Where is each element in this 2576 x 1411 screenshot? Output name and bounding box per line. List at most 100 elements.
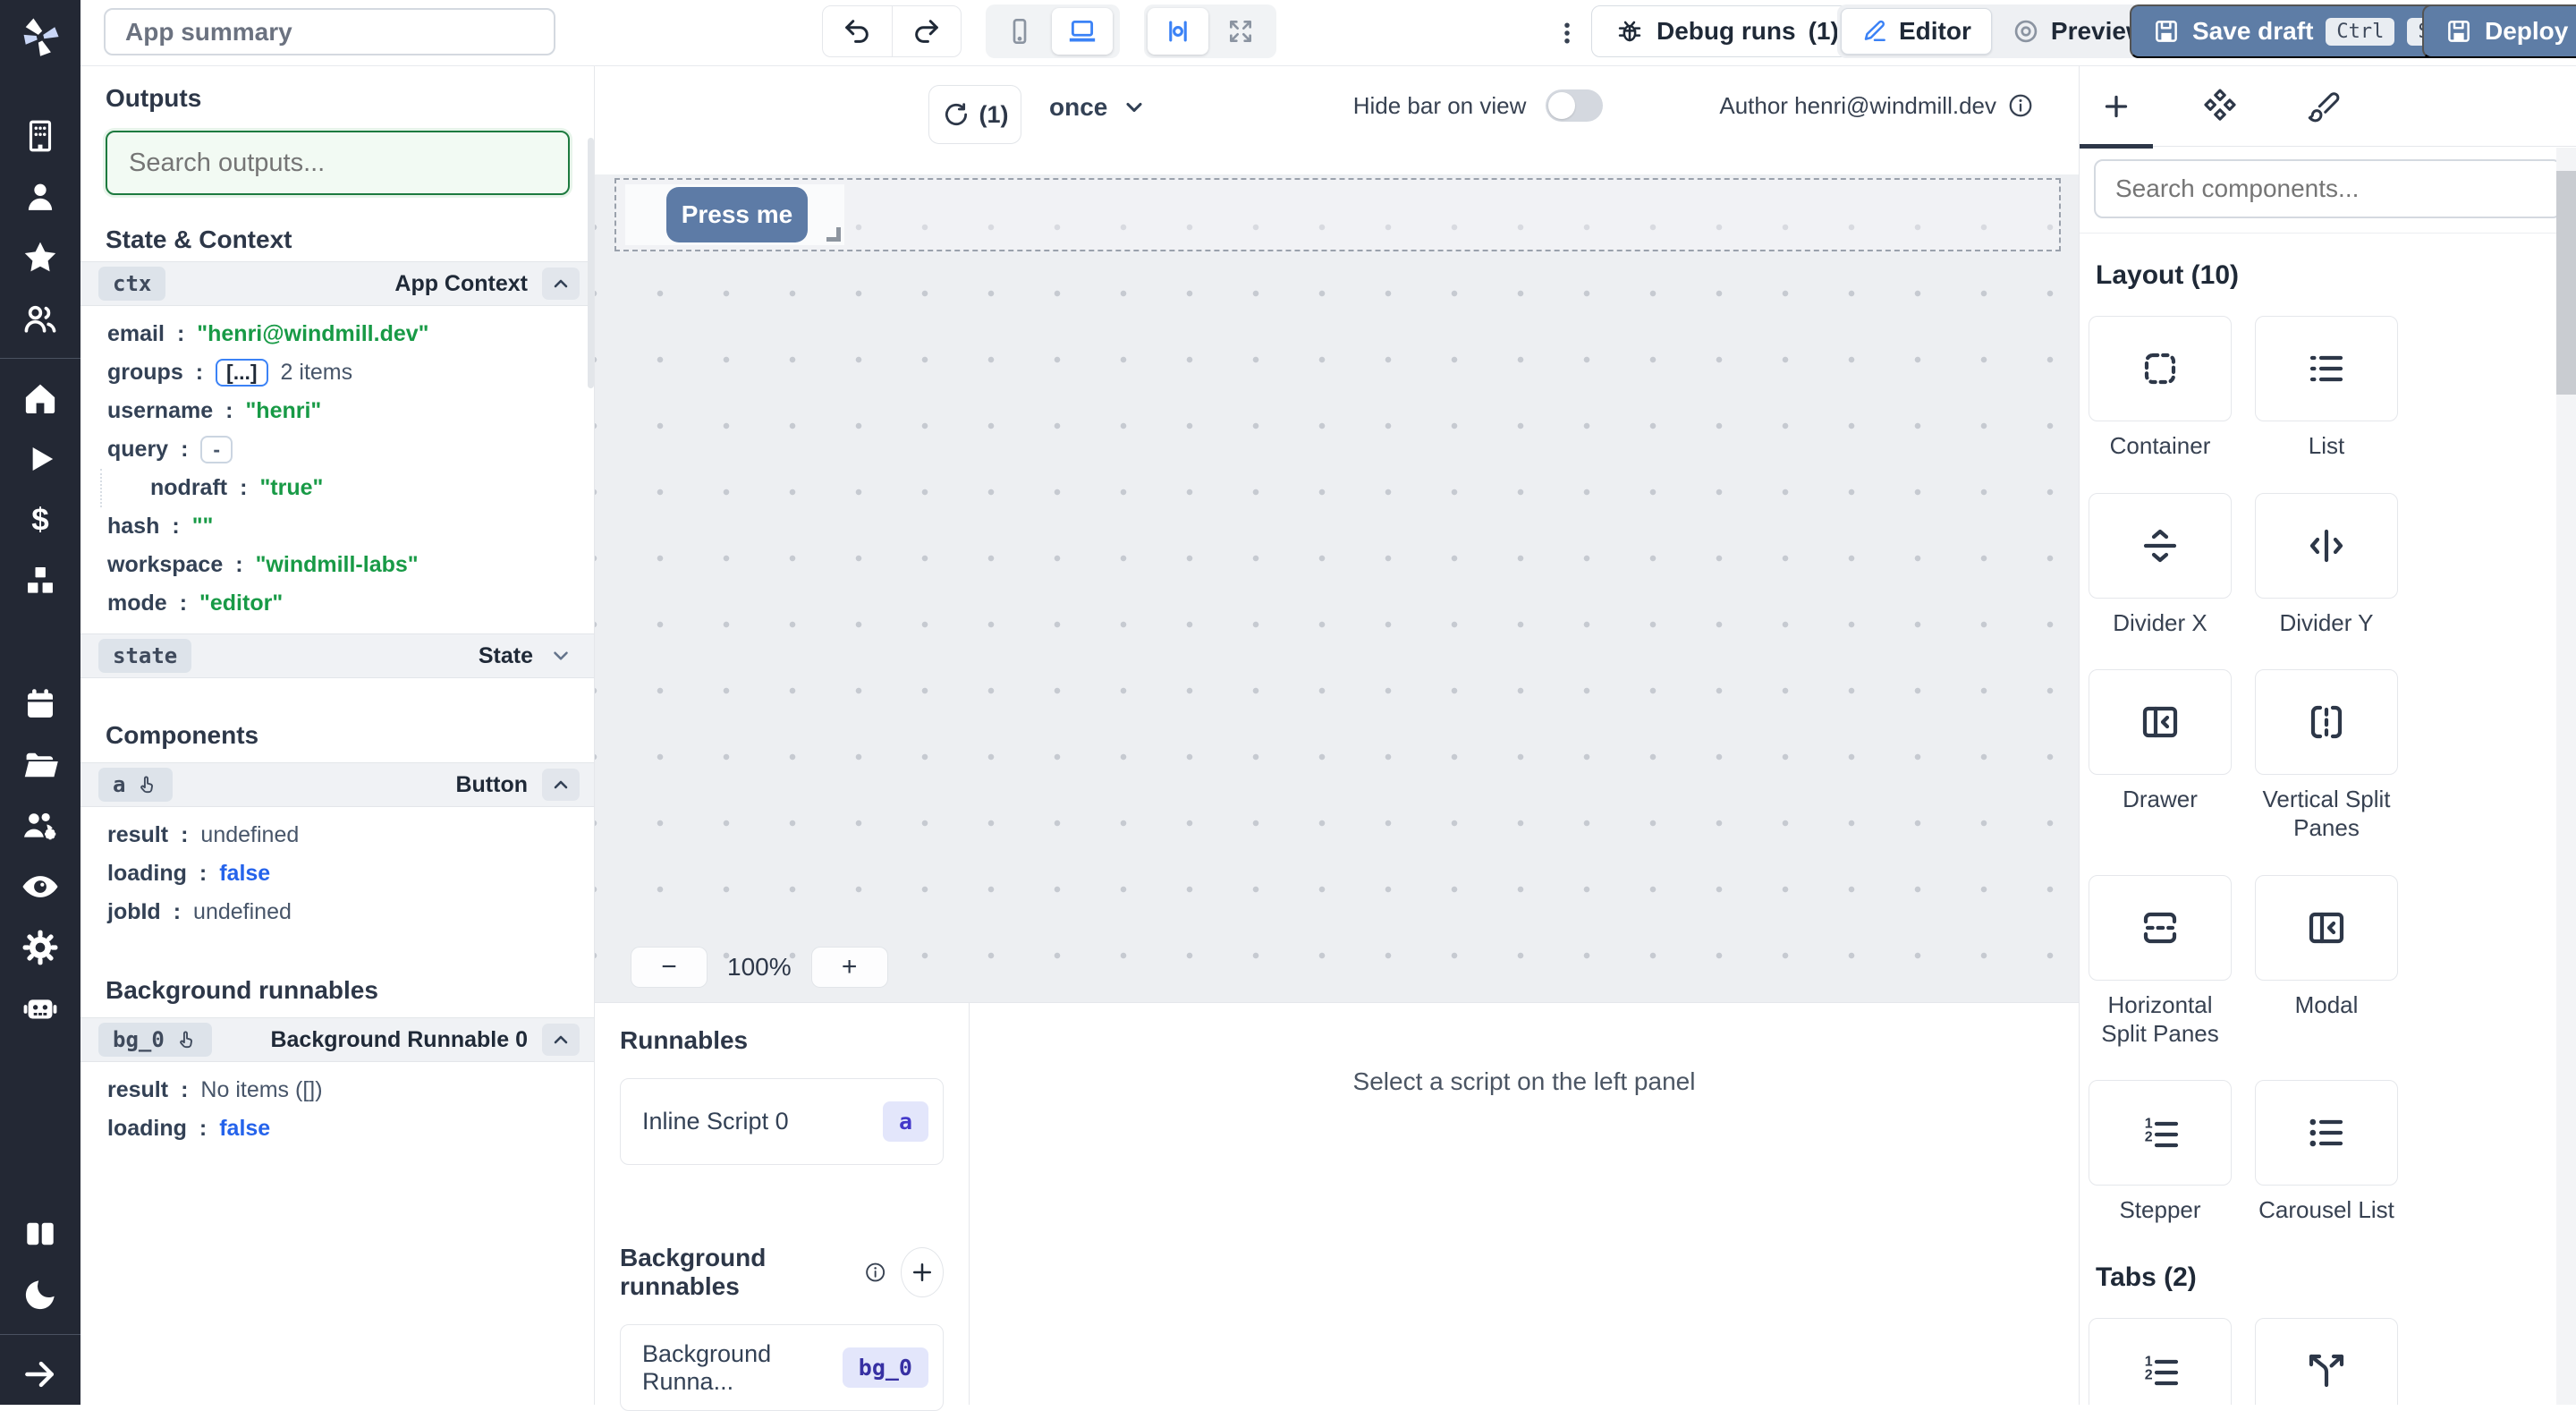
chevron-up-icon bbox=[550, 273, 572, 294]
press-me-button[interactable]: Press me bbox=[666, 187, 808, 242]
app-summary-input[interactable] bbox=[104, 8, 555, 55]
pointer-hand-icon bbox=[175, 1029, 198, 1051]
sidebar-item-ai[interactable] bbox=[0, 978, 80, 1039]
component-card-tabs[interactable]: 12 bbox=[2089, 1318, 2232, 1405]
component-card-modal[interactable]: Modal bbox=[2255, 875, 2398, 1048]
bg0-collapse-button[interactable] bbox=[542, 1024, 580, 1056]
add-background-runnable-button[interactable] bbox=[901, 1247, 944, 1297]
component-card-container[interactable]: Container bbox=[2089, 316, 2232, 461]
component-card-conditional-tabs[interactable] bbox=[2255, 1318, 2398, 1405]
refresh-button[interactable]: (1) bbox=[928, 85, 1021, 144]
sidebar-item-variables[interactable]: $ bbox=[0, 489, 80, 550]
bg-runnable-badge: bg_0 bbox=[843, 1347, 928, 1388]
sidebar-item-darkmode[interactable] bbox=[0, 1264, 80, 1325]
modal-icon bbox=[2305, 906, 2348, 949]
component-card-divider-y[interactable]: Divider Y bbox=[2255, 493, 2398, 638]
layout-components-grid: Container List Divider X Divider Y Drawe… bbox=[2089, 316, 2576, 1225]
ctx-collapse-button[interactable] bbox=[542, 268, 580, 300]
component-card-vertical-split[interactable]: Vertical Split Panes bbox=[2255, 669, 2398, 842]
play-icon bbox=[22, 441, 58, 477]
split-arrows-icon bbox=[2305, 1349, 2348, 1392]
ctx-row-username: username: "henri" bbox=[80, 392, 594, 430]
debug-runs-button[interactable]: Debug runs (1) bbox=[1591, 5, 1863, 57]
zoom-out-button[interactable]: − bbox=[631, 947, 708, 988]
component-card-drawer[interactable]: Drawer bbox=[2089, 669, 2232, 842]
sidebar-item-workspace[interactable] bbox=[0, 106, 80, 166]
component-a-header[interactable]: a Button bbox=[80, 762, 594, 807]
query-expand-badge[interactable]: - bbox=[200, 436, 233, 463]
bg0-header[interactable]: bg_0 Background Runnable 0 bbox=[80, 1017, 594, 1062]
components-scrollbar-thumb[interactable] bbox=[2556, 171, 2576, 395]
app-canvas[interactable]: Press me − 100% + bbox=[595, 174, 2079, 1002]
svg-text:2: 2 bbox=[2145, 1130, 2153, 1145]
sidebar-item-schedules[interactable] bbox=[0, 674, 80, 735]
resize-handle[interactable] bbox=[826, 227, 841, 242]
author-info: Author henri@windmill.dev bbox=[1719, 92, 2034, 120]
sidebar-item-home[interactable] bbox=[0, 368, 80, 429]
outputs-scrollbar-thumb[interactable] bbox=[588, 138, 594, 388]
groups-expand-badge[interactable]: [...] bbox=[216, 359, 268, 387]
schedule-select[interactable]: once bbox=[1049, 93, 1147, 122]
a-row-jobid: jobId: undefined bbox=[80, 893, 594, 931]
center-content-button[interactable] bbox=[1148, 8, 1208, 55]
inline-script-label: Inline Script 0 bbox=[642, 1108, 789, 1135]
mobile-view-button[interactable] bbox=[989, 8, 1050, 55]
sidebar-item-folders[interactable] bbox=[0, 735, 80, 795]
smartphone-icon bbox=[1005, 17, 1034, 46]
component-card-carousel-list[interactable]: Carousel List bbox=[2255, 1080, 2398, 1225]
sidebar-item-settings[interactable] bbox=[0, 917, 80, 978]
schedule-value: once bbox=[1049, 93, 1107, 122]
undo-icon bbox=[842, 16, 872, 47]
tab-editor[interactable]: Editor bbox=[1841, 8, 1992, 55]
info-icon[interactable] bbox=[864, 1259, 886, 1286]
ctx-row-hash: hash: "" bbox=[80, 507, 594, 546]
plus-icon bbox=[909, 1259, 936, 1286]
sidebar-item-favorites[interactable] bbox=[0, 227, 80, 288]
save-draft-button[interactable]: Save draft Ctrl S bbox=[2130, 4, 2464, 58]
components-scrollbar[interactable] bbox=[2556, 148, 2576, 1405]
fullscreen-button[interactable] bbox=[1210, 8, 1271, 55]
desktop-view-button[interactable] bbox=[1052, 8, 1113, 55]
undo-button[interactable] bbox=[823, 6, 892, 56]
sidebar-item-runs[interactable] bbox=[0, 429, 80, 489]
inline-script-item[interactable]: Inline Script 0 a bbox=[620, 1078, 944, 1165]
more-menu-button[interactable] bbox=[1547, 13, 1587, 54]
zoom-in-button[interactable]: + bbox=[811, 947, 888, 988]
component-card-horizontal-split[interactable]: Horizontal Split Panes bbox=[2089, 875, 2232, 1048]
robot-icon bbox=[20, 988, 61, 1029]
button-component-cell[interactable]: Press me bbox=[625, 184, 844, 245]
tab-theme[interactable] bbox=[2287, 66, 2360, 147]
state-section-header[interactable]: state State bbox=[80, 633, 594, 678]
component-card-stepper[interactable]: 12 Stepper bbox=[2089, 1080, 2232, 1225]
component-a-collapse-button[interactable] bbox=[542, 769, 580, 801]
sidebar-item-groups[interactable] bbox=[0, 288, 80, 349]
sidebar-item-audit[interactable] bbox=[0, 856, 80, 917]
state-expand-button[interactable] bbox=[542, 644, 580, 667]
ctx-row-nodraft: nodraft: "true" bbox=[100, 469, 594, 507]
search-components-input[interactable] bbox=[2094, 159, 2562, 218]
bg-runnable-item[interactable]: Background Runna... bg_0 bbox=[620, 1324, 944, 1411]
canvas-grid-row[interactable]: Press me bbox=[614, 178, 2061, 251]
sidebar-item-docs[interactable] bbox=[0, 1203, 80, 1264]
dollar-icon: $ bbox=[21, 501, 59, 539]
tabs-icon: 12 bbox=[2139, 1349, 2182, 1392]
ctx-section-header[interactable]: ctx App Context bbox=[80, 261, 594, 306]
editor-center: (1) once Hide bar on view Author henri@w… bbox=[595, 66, 2079, 1405]
sidebar-item-user[interactable] bbox=[0, 166, 80, 227]
search-outputs-input[interactable] bbox=[106, 131, 570, 195]
hide-bar-toggle[interactable] bbox=[1546, 89, 1603, 122]
ctx-row-email: email: "henri@windmill.dev" bbox=[80, 315, 594, 353]
tab-insert-component[interactable] bbox=[2080, 66, 2153, 147]
sidebar-item-workers[interactable] bbox=[0, 795, 80, 856]
tab-component-settings[interactable] bbox=[2183, 66, 2257, 147]
sidebar-item-resources[interactable] bbox=[0, 550, 80, 611]
component-card-list[interactable]: List bbox=[2255, 316, 2398, 461]
paintbrush-icon bbox=[2307, 89, 2341, 123]
sidebar-expand-button[interactable] bbox=[0, 1344, 80, 1405]
component-card-divider-x[interactable]: Divider X bbox=[2089, 493, 2232, 638]
deploy-button[interactable]: Deploy bbox=[2422, 4, 2576, 58]
windmill-logo[interactable] bbox=[17, 13, 64, 59]
info-icon[interactable] bbox=[2007, 92, 2034, 119]
plus-icon bbox=[2100, 90, 2132, 123]
redo-button[interactable] bbox=[892, 6, 962, 56]
